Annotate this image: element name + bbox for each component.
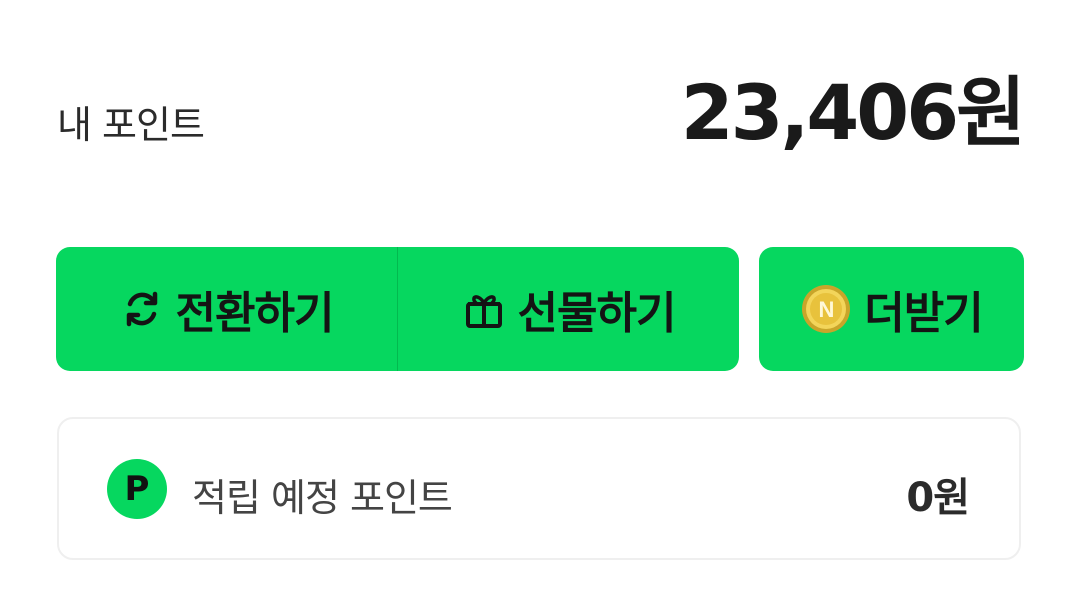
pending-points-label: 적립 예정 포인트 (192, 476, 453, 520)
coin-icon: N (800, 283, 852, 335)
my-points-value: 23,406원 (680, 68, 1026, 157)
convert-button[interactable]: 전환하기 (56, 247, 397, 371)
earn-more-label: 더받기 (864, 288, 983, 339)
pending-points-card[interactable]: P 적립 예정 포인트 0원 (57, 417, 1021, 560)
gift-button[interactable]: 선물하기 (398, 247, 739, 371)
pending-points-value: 0원 (906, 475, 970, 521)
my-points-label: 내 포인트 (57, 103, 205, 147)
gift-label: 선물하기 (517, 288, 677, 339)
refresh-icon (120, 287, 164, 331)
points-action-group: 전환하기 선물하기 (56, 247, 739, 371)
gift-icon (462, 287, 506, 331)
svg-text:N: N (819, 297, 834, 322)
convert-label: 전환하기 (175, 288, 335, 339)
point-badge-icon: P (107, 459, 167, 519)
my-points-header: 내 포인트 23,406원 (57, 68, 1026, 160)
earn-more-button[interactable]: N 더받기 (759, 247, 1024, 371)
